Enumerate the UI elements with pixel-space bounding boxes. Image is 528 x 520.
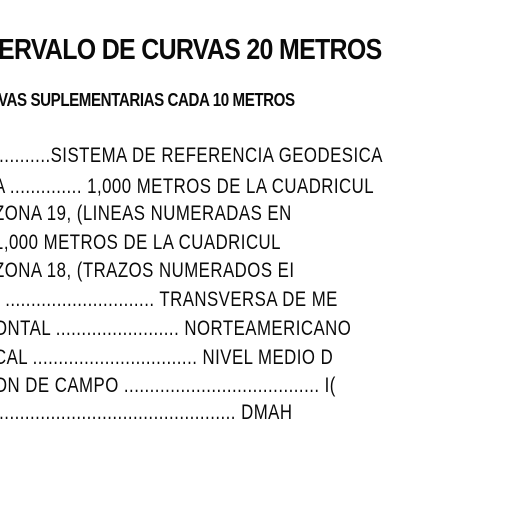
spec-line-zone-18: ZONA 18, (TRAZOS NUMERADOS EI — [0, 259, 295, 282]
spec-line-geodetic-reference: ...........SISTEMA DE REFERENCIA GEODESI… — [0, 144, 383, 167]
spec-line-zone-19: ZONA 19, (LINEAS NUMERADAS EN — [0, 202, 292, 225]
spec-line-vertical-datum: CAL ................................ NIV… — [0, 346, 334, 369]
spec-line-grid-1000m-zone18: 1,000 METROS DE LA CUADRICUL — [0, 231, 281, 254]
spec-line-projection: ) ............................. TRANSVER… — [0, 288, 338, 311]
spec-line-publisher: ........................................… — [0, 401, 293, 424]
spec-line-field-verification: ON DE CAMPO ............................… — [0, 374, 336, 397]
spec-line-grid-1000m-zone19: A .............. 1,000 METROS DE LA CUAD… — [0, 175, 375, 198]
supplementary-contours-subheading: VAS SUPLEMENTARIAS CADA 10 METROS — [0, 90, 295, 110]
spec-line-horizontal-datum: ONTAL ........................ NORTEAMER… — [0, 317, 352, 340]
map-legend-page: ERVALO DE CURVAS 20 METROS VAS SUPLEMENT… — [0, 0, 528, 520]
contour-interval-heading: ERVALO DE CURVAS 20 METROS — [0, 34, 382, 66]
